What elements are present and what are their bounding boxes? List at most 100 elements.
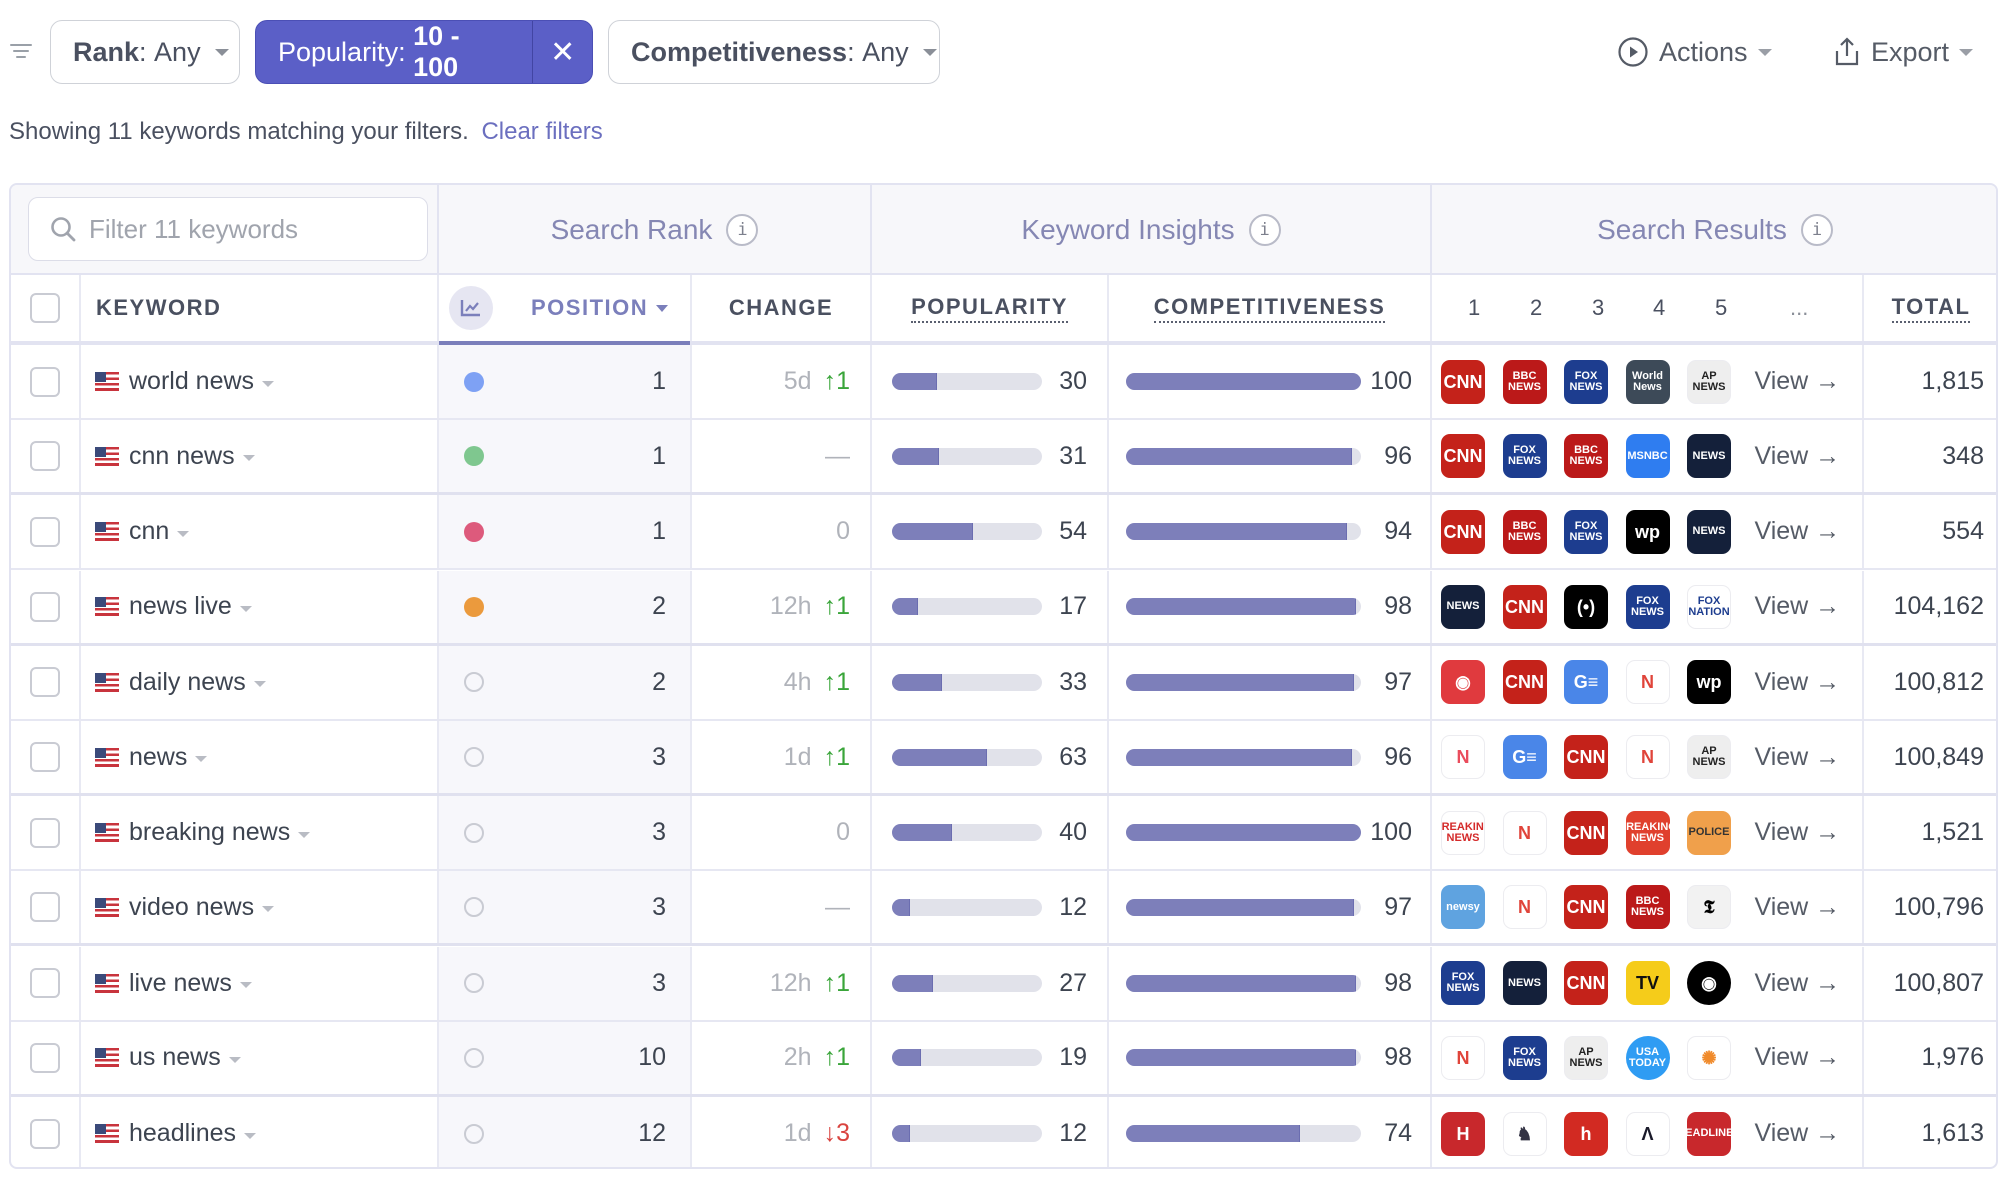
view-results-link[interactable]: View →: [1755, 743, 1841, 772]
broadcast-app-icon[interactable]: (•): [1564, 584, 1608, 629]
radio-app-icon[interactable]: ◉: [1441, 660, 1485, 705]
row-checkbox[interactable]: [30, 667, 60, 698]
reuters-app-icon[interactable]: ✺: [1687, 1035, 1731, 1080]
cnn-app-icon[interactable]: CNN: [1441, 359, 1485, 404]
bbc-app-icon[interactable]: BBC NEWS: [1502, 509, 1547, 554]
keyword-menu-icon[interactable]: [239, 982, 252, 989]
keyword-cell[interactable]: breaking news: [79, 796, 437, 870]
row-checkbox[interactable]: [30, 892, 60, 923]
newsbreak-app-icon[interactable]: N: [1625, 660, 1670, 705]
nyt-app-icon[interactable]: 𝕿: [1687, 885, 1731, 930]
newsbreak-app-icon[interactable]: N: [1502, 810, 1547, 855]
popularity-filter-button[interactable]: Popularity: 10 - 100 ✕: [255, 20, 593, 84]
table-row[interactable]: headlines 12 1d ↓3 12 74 H ♞ hΛ HEADLINES V…: [11, 1097, 1996, 1167]
cnn-app-icon[interactable]: CNN: [1441, 434, 1485, 479]
view-results-link[interactable]: View →: [1755, 668, 1841, 697]
cbs-app-icon[interactable]: ◉: [1687, 961, 1731, 1006]
empty-circle-icon[interactable]: [464, 1123, 484, 1144]
row-checkbox[interactable]: [30, 742, 60, 772]
empty-circle-icon[interactable]: [464, 747, 484, 767]
ap-app-icon[interactable]: AP NEWS: [1564, 1035, 1608, 1080]
row-checkbox[interactable]: [30, 516, 60, 547]
row-checkbox[interactable]: [30, 968, 60, 999]
newsbreak-app-icon[interactable]: N: [1441, 1035, 1485, 1080]
cnn-app-icon[interactable]: CNN: [1441, 509, 1485, 554]
cnn-app-icon[interactable]: CNN: [1502, 584, 1547, 629]
row-checkbox[interactable]: [30, 366, 60, 397]
fox-app-icon[interactable]: FOX NEWS: [1502, 434, 1547, 479]
table-row[interactable]: cnn news 1 — 31 96 CNN FOX NEWS BBC NEWS MS…: [11, 420, 1996, 496]
row-checkbox[interactable]: [30, 1118, 60, 1149]
breakingred-app-icon[interactable]: BREAKING NEWS: [1625, 810, 1670, 855]
cnn-app-icon[interactable]: CNN: [1502, 660, 1547, 705]
newsy-app-icon[interactable]: newsy: [1441, 885, 1485, 930]
worldnews-app-icon[interactable]: World News: [1625, 359, 1670, 404]
newsbreak-app-icon[interactable]: N: [1502, 885, 1547, 930]
clear-filters-link[interactable]: Clear filters: [481, 118, 602, 145]
series-dot-icon[interactable]: [464, 596, 484, 617]
table-row[interactable]: news live 2 12h ↑1 17 98 NEWS CNN (•) FOX N…: [11, 570, 1996, 646]
ap-app-icon[interactable]: AP NEWS: [1687, 735, 1731, 779]
breaking-app-icon[interactable]: BREAKING NEWS: [1441, 810, 1485, 855]
view-results-link[interactable]: View →: [1755, 442, 1841, 471]
nbcnews-app-icon[interactable]: NEWS: [1502, 961, 1547, 1006]
table-row[interactable]: video news 3 — 12 97 newsy N CNN BBC NEWS 𝕿 …: [11, 871, 1996, 947]
fox-app-icon[interactable]: FOX NEWS: [1625, 584, 1670, 629]
view-results-link[interactable]: View →: [1755, 818, 1841, 847]
fox-app-icon[interactable]: FOX NEWS: [1564, 509, 1608, 554]
keyword-cell[interactable]: news: [79, 721, 437, 793]
series-dot-icon[interactable]: [464, 446, 484, 467]
empty-circle-icon[interactable]: [464, 822, 484, 843]
table-row[interactable]: us news 10 2h ↑1 19 98 N FOX NEWS AP NEWS U…: [11, 1021, 1996, 1097]
foxnation-app-icon[interactable]: FOX NATION: [1687, 584, 1731, 629]
cnn-app-icon[interactable]: CNN: [1564, 810, 1608, 855]
column-popularity[interactable]: POPULARITY: [870, 275, 1107, 341]
keyword-cell[interactable]: headlines: [79, 1097, 437, 1167]
msnbc-app-icon[interactable]: MSNBC: [1625, 434, 1670, 479]
column-competitiveness[interactable]: COMPETITIVENESS: [1107, 275, 1430, 341]
view-results-link[interactable]: View →: [1755, 1043, 1841, 1072]
row-checkbox[interactable]: [30, 817, 60, 848]
cnn-app-icon[interactable]: CNN: [1564, 885, 1608, 930]
row-checkbox[interactable]: [30, 441, 60, 472]
keyword-cell[interactable]: news live: [79, 570, 437, 643]
view-results-link[interactable]: View →: [1755, 893, 1841, 922]
competitiveness-filter-button[interactable]: Competitiveness: Any: [608, 20, 940, 84]
newsbreak-app-icon[interactable]: N: [1625, 735, 1670, 779]
export-button[interactable]: Export: [1833, 20, 1974, 84]
filter-icon[interactable]: [10, 44, 32, 60]
table-row[interactable]: daily news 2 4h ↑1 33 97 ◉ CNN G≡ Nwp View …: [11, 645, 1996, 721]
chart-toggle-button[interactable]: [449, 286, 493, 330]
keyword-cell[interactable]: daily news: [79, 645, 437, 719]
gnews-app-icon[interactable]: G≡: [1502, 735, 1547, 779]
fox-app-icon[interactable]: FOX NEWS: [1564, 359, 1608, 404]
keyword-menu-icon[interactable]: [177, 530, 190, 537]
view-results-link[interactable]: View →: [1755, 592, 1841, 621]
view-results-link[interactable]: View →: [1755, 1119, 1841, 1148]
table-row[interactable]: news 3 1d ↑1 63 96 N G≡ CNN N AP NEWS View →…: [11, 721, 1996, 796]
keyword-menu-icon[interactable]: [228, 1056, 241, 1063]
keyword-menu-icon[interactable]: [262, 380, 275, 387]
police-app-icon[interactable]: POLICE: [1687, 810, 1731, 855]
series-dot-icon[interactable]: [464, 521, 484, 542]
clear-popularity-filter-button[interactable]: ✕: [532, 21, 592, 83]
view-results-link[interactable]: View →: [1755, 367, 1841, 396]
bbc-app-icon[interactable]: BBC NEWS: [1625, 885, 1670, 930]
empty-circle-icon[interactable]: [464, 1047, 484, 1068]
table-row[interactable]: breaking news 3 0 40 100 BREAKING NEWS NC…: [11, 796, 1996, 872]
keyword-menu-icon[interactable]: [195, 756, 208, 762]
row-checkbox[interactable]: [30, 591, 60, 622]
column-total[interactable]: TOTAL: [1862, 275, 1996, 341]
rank-filter-button[interactable]: Rank: Any: [50, 20, 240, 84]
nbcnews-app-icon[interactable]: NEWS: [1687, 509, 1731, 554]
usatoday-app-icon[interactable]: USA TODAY: [1625, 1035, 1670, 1080]
keyword-cell[interactable]: us news: [79, 1021, 437, 1094]
table-row[interactable]: world news 1 5d ↑1 30 100 CNN BBC NEWS FOX…: [11, 345, 1996, 420]
keyword-cell[interactable]: video news: [79, 871, 437, 944]
wp-app-icon[interactable]: wp: [1687, 660, 1731, 705]
empty-circle-icon[interactable]: [464, 897, 484, 918]
column-change[interactable]: CHANGE: [690, 275, 870, 341]
keyword-filter-field[interactable]: [28, 197, 428, 261]
keyword-menu-icon[interactable]: [298, 831, 311, 838]
series-dot-icon[interactable]: [464, 371, 484, 392]
